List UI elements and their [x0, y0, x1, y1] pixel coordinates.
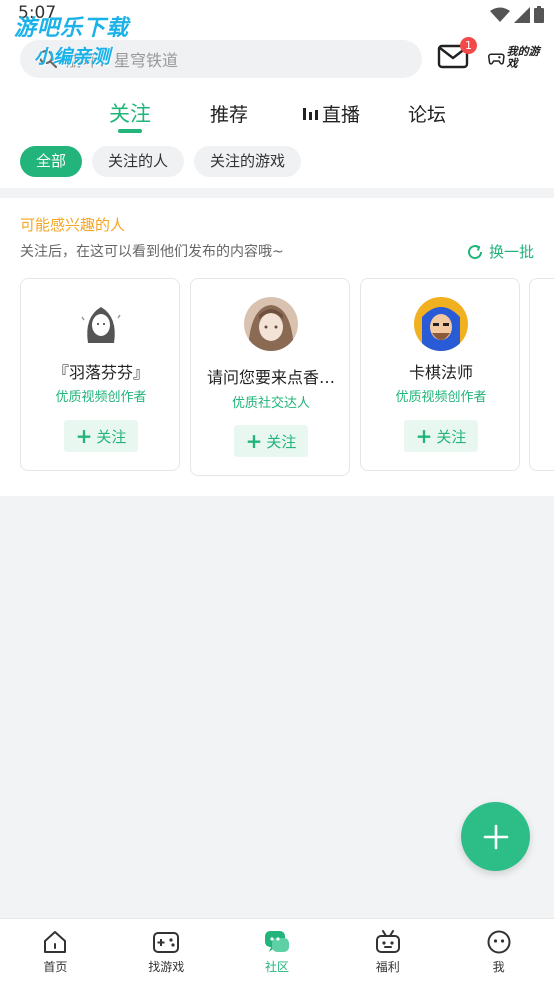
bottom-nav: 首页 找游戏 社区 福利 我 [0, 918, 554, 985]
tab-active-indicator [118, 129, 142, 133]
follow-button[interactable]: + 关注 [234, 425, 308, 457]
plus-icon [483, 824, 508, 849]
user-tag: 优质视频创作者 [55, 390, 147, 405]
recommend-title: 可能感兴趣的人 [20, 216, 126, 234]
nav-find-games[interactable]: 找游戏 [111, 919, 222, 985]
nav-community-label: 社区 [264, 960, 289, 974]
user-card-partial[interactable] [529, 278, 554, 471]
follow-label: 关注 [266, 432, 297, 451]
user-card[interactable]: 请问您要来点香… 优质社交达人 + 关注 [190, 278, 350, 476]
user-tag: 优质社交达人 [231, 396, 310, 411]
gift-icon [375, 930, 400, 953]
tab-live[interactable]: 直播 [302, 100, 360, 127]
refresh-button[interactable]: 换一批 [466, 241, 534, 262]
plus-icon: + [415, 424, 433, 448]
user-name: 卡棋法师 [408, 363, 473, 382]
recommend-subtitle: 关注后，在这可以看到他们发布的内容哦~ [20, 244, 284, 260]
nav-welfare[interactable]: 福利 [332, 919, 443, 985]
follow-button[interactable]: + 关注 [64, 420, 138, 452]
nav-community[interactable]: 社区 [222, 919, 333, 985]
my-games-button[interactable]: 我的游戏 [488, 42, 540, 74]
nav-home-label: 首页 [43, 960, 68, 974]
smiley-icon [487, 930, 511, 954]
avatar [414, 297, 468, 351]
mail-badge: 1 [460, 37, 477, 54]
filter-chips: 全部 关注的人 关注的游戏 [20, 146, 302, 177]
follow-label: 关注 [96, 427, 127, 446]
user-tag: 优质视频创作者 [395, 390, 487, 405]
user-name: 『羽落芬芬』 [52, 363, 149, 382]
refresh-icon [468, 244, 483, 259]
user-name: 请问您要来点香… [206, 368, 335, 387]
tab-forum[interactable]: 论坛 [408, 100, 446, 127]
chat-bubble-icon [264, 931, 289, 952]
user-card[interactable]: 卡棋法师 优质视频创作者 + 关注 [360, 278, 520, 471]
tab-recommend[interactable]: 推荐 [210, 100, 248, 127]
chip-all[interactable]: 全部 [20, 146, 83, 177]
avatar [74, 297, 128, 351]
chip-followed-people[interactable]: 关注的人 [92, 146, 185, 177]
nav-find-games-label: 找游戏 [148, 960, 185, 974]
nav-me[interactable]: 我 [443, 919, 554, 985]
status-icons [490, 6, 544, 23]
watermark-logo: 游吧乐下载 小编亲测 [14, 10, 129, 69]
nav-home[interactable]: 首页 [0, 919, 111, 985]
main-tabs: 关注 推荐 直播 论坛 [0, 96, 554, 136]
chip-followed-games[interactable]: 关注的游戏 [194, 146, 302, 177]
signal-icon [514, 6, 530, 23]
recommend-section: 可能感兴趣的人 关注后，在这可以看到他们发布的内容哦~ 换一批 『羽落芬芬』 优… [0, 198, 554, 496]
refresh-label: 换一批 [489, 243, 535, 261]
gamepad-icon [488, 53, 505, 65]
tab-live-label: 直播 [322, 104, 361, 126]
nav-welfare-label: 福利 [375, 960, 400, 974]
nav-me-label: 我 [492, 960, 505, 974]
user-card[interactable]: 『羽落芬芬』 优质视频创作者 + 关注 [20, 278, 180, 471]
watermark-line2: 小编亲测 [34, 46, 111, 68]
battery-icon [534, 6, 544, 23]
wifi-icon [490, 7, 510, 22]
plus-icon: + [245, 429, 263, 453]
follow-button[interactable]: + 关注 [404, 420, 478, 452]
watermark-line1: 游吧乐下载 [14, 16, 130, 41]
my-games-label: 我的游戏 [506, 45, 540, 70]
create-post-button[interactable] [461, 802, 530, 871]
follow-label: 关注 [436, 427, 467, 446]
avatar [244, 297, 298, 351]
gamepad-icon [153, 932, 180, 953]
plus-icon: + [75, 424, 93, 448]
tab-follow[interactable]: 关注 [109, 98, 151, 128]
home-icon [44, 931, 67, 953]
live-bars-icon [303, 107, 318, 120]
